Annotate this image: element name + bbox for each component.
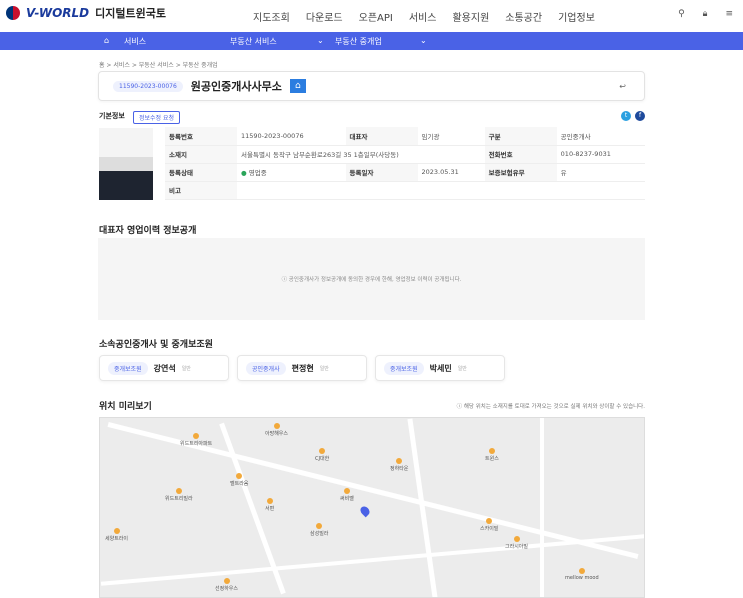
- staff-card[interactable]: 중개보조원 박세민 일반: [375, 355, 505, 381]
- site-title: 디지털트윈국토: [95, 7, 166, 20]
- nav-item[interactable]: 소통공간: [505, 9, 542, 24]
- label: 소재지: [165, 145, 237, 164]
- label: 전화번호: [484, 145, 557, 164]
- subnav-brokerage[interactable]: 부동산 중개업: [335, 36, 382, 47]
- nav-item[interactable]: 다운로드: [306, 9, 343, 24]
- emblem-icon: [6, 6, 20, 20]
- road: [100, 534, 644, 586]
- role-badge: 공인중개사: [246, 361, 286, 375]
- map-poi: 트윈스: [485, 448, 499, 462]
- map-poi: 위드트리아파트: [180, 433, 212, 447]
- location-pin-icon[interactable]: [358, 504, 372, 518]
- value: 2023.05.31: [417, 163, 485, 182]
- map-poi: 벨트라움: [230, 473, 248, 487]
- nav-item[interactable]: 지도조회: [253, 9, 290, 24]
- home-icon[interactable]: ⌂: [104, 36, 109, 45]
- label: 구분: [484, 127, 557, 146]
- edit-request-button[interactable]: 정보수정 요청: [133, 111, 181, 124]
- value: 임기광: [417, 127, 485, 146]
- basic-info-table: 등록번호 11590-2023-00076 대표자 임기광 구분 공인중개사 소재지 서울특…: [165, 127, 645, 200]
- menu-icon[interactable]: ≡: [725, 9, 733, 19]
- staff-card[interactable]: 중개보조원 강연석 일반: [99, 355, 229, 381]
- staff-type: 일반: [457, 365, 467, 372]
- sub-nav: ⌂ 서비스 부동산 서비스 ⌄ 부동산 중개업 ⌄: [0, 32, 743, 50]
- header: V-WORLD 디지털트윈국토 지도조회 다운로드 오픈API 서비스 활용지원 소통공간 기…: [0, 0, 743, 32]
- map-poi: 위드트리빌라: [165, 488, 193, 502]
- nav-item[interactable]: 기업정보: [558, 9, 595, 24]
- reg-number-pill: 11590-2023-00076: [113, 80, 183, 92]
- history-notice: ⓘ 공인중개사가 정보공개에 동의한 경우에 한해, 영업정보 이력이 공개됩니…: [281, 277, 462, 283]
- status-text: 영업중: [248, 169, 267, 177]
- map-poi: 써비벨: [340, 488, 354, 502]
- value: [237, 181, 645, 200]
- staff-name: 편정현: [291, 363, 314, 373]
- nav-item[interactable]: 서비스: [409, 9, 437, 24]
- role-badge: 중개보조원: [108, 361, 148, 375]
- main-nav: 지도조회 다운로드 오픈API 서비스 활용지원 소통공간 기업정보: [253, 9, 595, 24]
- status-value: ● 영업중: [237, 163, 346, 182]
- subnav-service[interactable]: 서비스: [124, 36, 146, 47]
- value: 서울특별시 동작구 남부순환로263길 35 1층일부(사당동): [237, 145, 485, 164]
- staff-type: 일반: [181, 365, 191, 372]
- role-badge: 중개보조원: [384, 361, 424, 375]
- map-poi: 그라시아빌: [505, 536, 528, 550]
- staff-name: 강연석: [153, 363, 176, 373]
- map-notice: ⓘ 해당 위치는 소재지를 토대로 가져오는 것으로 실제 위치와 상이할 수 …: [456, 404, 645, 410]
- map-poi: 세양트라이: [105, 528, 128, 542]
- history-panel: ⓘ 공인중개사가 정보공개에 동의한 경우에 한해, 영업정보 이력이 공개됩니…: [98, 238, 645, 320]
- location-map[interactable]: 위드트리아파트 아망해우스 CJ대한 벨트라움 서편 써비벨 삼성빌라 위드트리…: [99, 417, 645, 598]
- label: 보증보험유무: [484, 163, 557, 182]
- map-poi: 정하타운: [390, 458, 408, 472]
- chevron-down-icon[interactable]: ⌄: [317, 36, 324, 45]
- house-icon: ⌂: [289, 79, 306, 93]
- label: 비고: [165, 181, 237, 200]
- label: 등록상태: [165, 163, 237, 182]
- staff-type: 일반: [319, 365, 329, 372]
- basic-info-title: 기본정보: [99, 112, 125, 120]
- nav-item[interactable]: 오픈API: [359, 9, 393, 24]
- twitter-icon[interactable]: t: [621, 111, 631, 121]
- chevron-down-icon[interactable]: ⌄: [420, 36, 427, 45]
- label: 등록번호: [165, 127, 237, 146]
- staff-name: 박세민: [429, 363, 452, 373]
- map-poi: 선정하우스: [215, 578, 238, 592]
- staff-card[interactable]: 공인중개사 편정현 일반: [237, 355, 367, 381]
- map-poi: 스카이빌: [480, 518, 498, 532]
- brand: V-WORLD: [26, 6, 90, 20]
- representative-photo: [99, 128, 153, 200]
- map-poi: mellow mood: [565, 568, 599, 581]
- map-poi: 삼성빌라: [310, 523, 328, 537]
- office-name: 원공인중개사사무소: [190, 80, 282, 93]
- label: 대표자: [345, 127, 418, 146]
- value: 11590-2023-00076: [237, 127, 346, 146]
- status-dot-icon: ●: [241, 169, 249, 177]
- map-poi: 아망해우스: [265, 423, 288, 437]
- value: 유: [556, 163, 645, 182]
- subnav-realestate[interactable]: 부동산 서비스: [230, 36, 277, 47]
- staff-title: 소속공인중개사 및 중개보조원: [99, 340, 213, 350]
- breadcrumb: 홈 > 서비스 > 부동산 서비스 > 부동산 중개업: [99, 62, 218, 69]
- history-title: 대표자 영업이력 정보공개: [99, 226, 197, 236]
- map-poi: CJ대한: [315, 448, 329, 462]
- value: 공인중개사: [556, 127, 645, 146]
- label: 등록일자: [345, 163, 418, 182]
- back-icon[interactable]: ↩: [619, 82, 626, 91]
- value: 010-8237-9031: [556, 145, 645, 164]
- map-poi: 서편: [265, 498, 274, 512]
- nav-item[interactable]: 활용지원: [452, 9, 489, 24]
- facebook-icon[interactable]: f: [635, 111, 645, 121]
- search-icon[interactable]: ⚲: [678, 9, 685, 19]
- map-title: 위치 미리보기: [99, 402, 152, 412]
- road: [540, 418, 544, 597]
- office-title-box: 11590-2023-00076 원공인중개사사무소 ⌂ ↩: [98, 71, 645, 101]
- lock-icon[interactable]: 🔒︎: [703, 9, 708, 19]
- logo[interactable]: V-WORLD 디지털트윈국토: [6, 5, 166, 21]
